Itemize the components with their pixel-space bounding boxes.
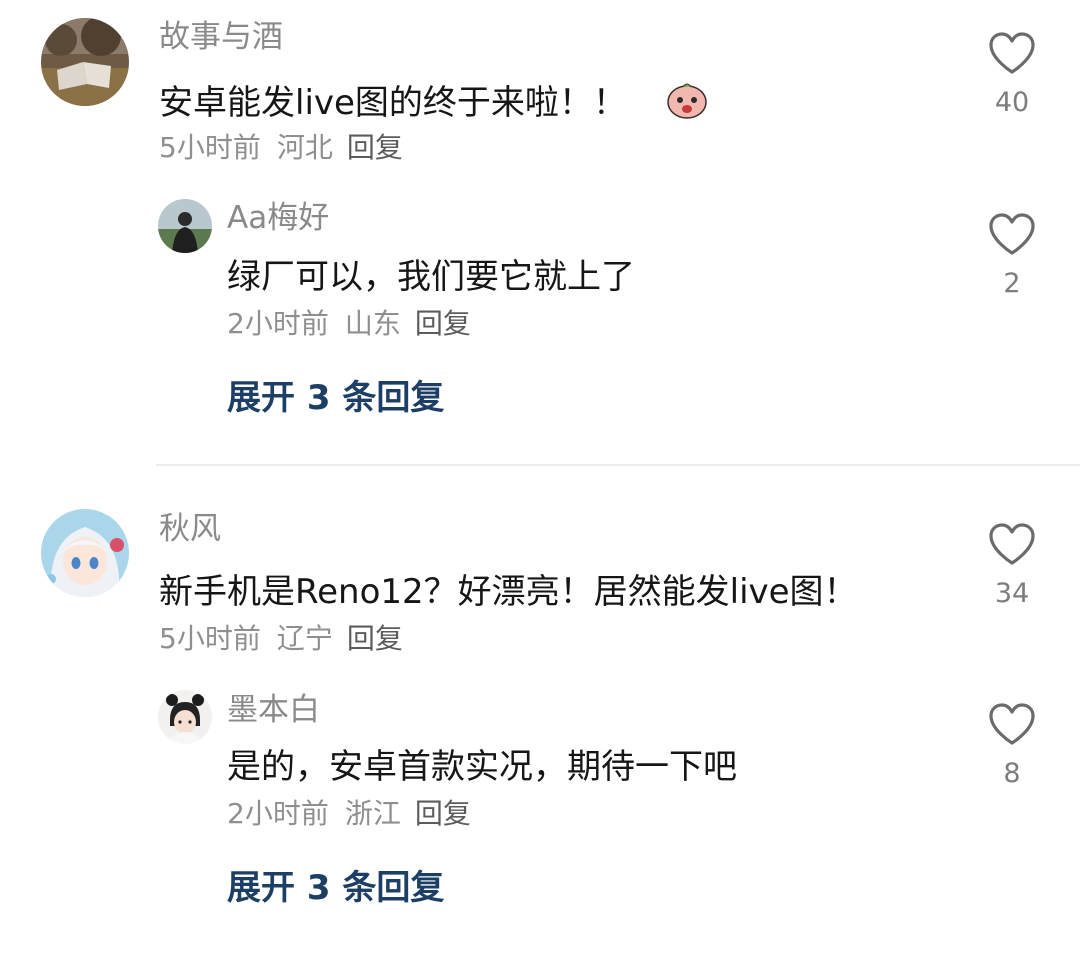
reply-button[interactable]: 回复 bbox=[415, 797, 471, 830]
reply-location: 浙江 bbox=[344, 797, 401, 830]
comment-meta: 5小时前 河北 回复 bbox=[159, 130, 403, 166]
comment-location: 河北 bbox=[276, 131, 333, 164]
comment-text: 新手机是Reno12？好漂亮！居然能发live图！ bbox=[159, 572, 858, 612]
comment-author[interactable]: 故事与酒 bbox=[159, 17, 283, 57]
expand-replies-link[interactable]: 展开 3 条回复 bbox=[227, 866, 444, 910]
heart-outline-icon bbox=[989, 523, 1035, 565]
reply-text: 是的，安卓首款实况，期待一下吧 bbox=[227, 747, 737, 787]
avatar[interactable] bbox=[41, 18, 129, 106]
reply-time: 2小时前 bbox=[227, 797, 329, 830]
reply-text: 绿厂可以，我们要它就上了 bbox=[227, 257, 635, 297]
reply-meta: 2小时前 浙江 回复 bbox=[227, 796, 471, 832]
reply-time: 2小时前 bbox=[227, 307, 329, 340]
comment-time: 5小时前 bbox=[159, 622, 261, 655]
reply-button[interactable]: 回复 bbox=[415, 307, 471, 340]
heart-outline-icon bbox=[989, 703, 1035, 745]
reply-location: 山东 bbox=[344, 307, 401, 340]
divider bbox=[156, 464, 1080, 466]
like-button[interactable]: 40 bbox=[986, 30, 1038, 120]
comment-text-content: 安卓能发live图的终于来啦！！ bbox=[159, 83, 627, 123]
reply-author[interactable]: 墨本白 bbox=[227, 690, 320, 730]
like-count: 8 bbox=[1003, 758, 1021, 789]
like-count: 2 bbox=[1003, 268, 1021, 299]
heart-outline-icon bbox=[989, 213, 1035, 255]
expand-replies-link[interactable]: 展开 3 条回复 bbox=[227, 376, 444, 420]
comment-location: 辽宁 bbox=[276, 622, 333, 655]
like-button[interactable]: 8 bbox=[986, 701, 1038, 791]
surprised-peach-emoji-icon bbox=[666, 79, 708, 130]
like-button[interactable]: 34 bbox=[986, 521, 1038, 611]
reply-author[interactable]: Aa梅好 bbox=[227, 198, 329, 238]
heart-outline-icon bbox=[989, 32, 1035, 74]
like-count: 34 bbox=[994, 578, 1030, 609]
like-count: 40 bbox=[994, 87, 1030, 118]
reply-button[interactable]: 回复 bbox=[347, 622, 403, 655]
avatar[interactable] bbox=[158, 690, 212, 744]
reply-meta: 2小时前 山东 回复 bbox=[227, 306, 471, 342]
like-button[interactable]: 2 bbox=[986, 211, 1038, 301]
avatar[interactable] bbox=[41, 509, 129, 597]
comment-author[interactable]: 秋风 bbox=[159, 509, 221, 549]
avatar[interactable] bbox=[158, 199, 212, 253]
comment-meta: 5小时前 辽宁 回复 bbox=[159, 621, 403, 657]
comment-text: 安卓能发live图的终于来啦！！ bbox=[159, 79, 708, 130]
comment-time: 5小时前 bbox=[159, 131, 261, 164]
reply-button[interactable]: 回复 bbox=[347, 131, 403, 164]
